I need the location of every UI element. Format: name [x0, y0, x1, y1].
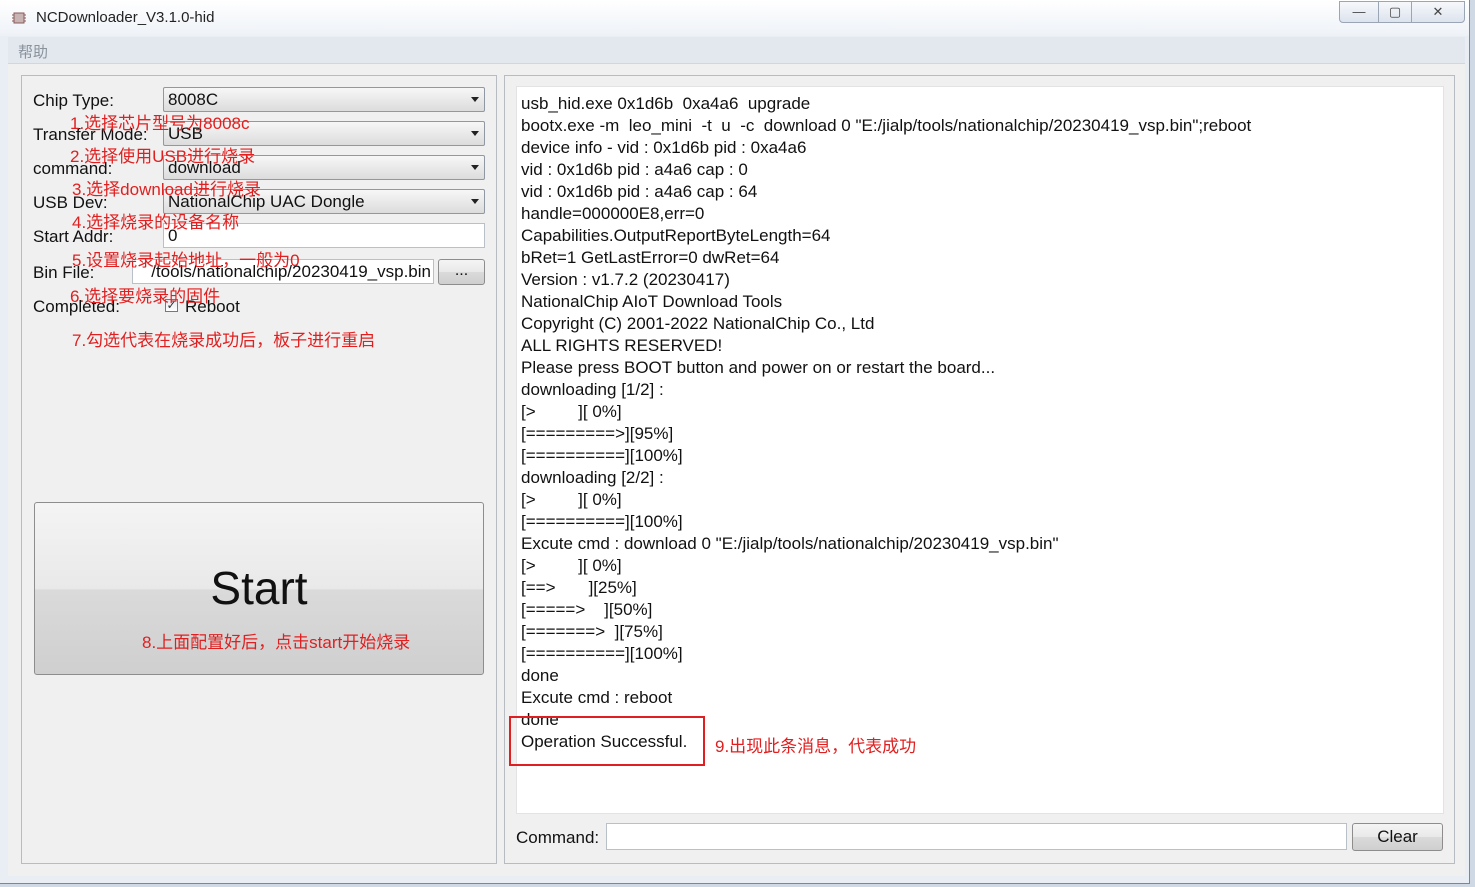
- log-line: [=====> ][50%]: [521, 600, 653, 619]
- chevron-down-icon: [471, 165, 479, 170]
- annotation-8: 8.上面配置好后，点击start开始烧录: [142, 633, 411, 652]
- annotation-6: 6.选择要烧录的固件: [70, 287, 221, 306]
- annotation-9: 9.出现此条消息，代表成功: [715, 737, 917, 756]
- annotation-2: 2.选择使用USB进行烧录: [70, 147, 256, 166]
- chip-type-value: 8008C: [168, 90, 219, 109]
- start-button-label: Start: [210, 562, 308, 614]
- log-line: downloading [1/2] :: [521, 380, 664, 399]
- clear-button[interactable]: Clear: [1352, 823, 1443, 851]
- log-line: [> ][ 0%]: [521, 402, 622, 421]
- log-line: [> ][ 0%]: [521, 556, 622, 575]
- annotation-4: 4.选择烧录的设备名称: [72, 213, 240, 232]
- browse-button-label: ...: [454, 262, 469, 279]
- annotation-5: 5.设置烧录起始地址，一般为0: [72, 251, 300, 270]
- log-line: vid : 0x1d6b pid : a4a6 cap : 64: [521, 182, 758, 201]
- chevron-down-icon: [471, 97, 479, 102]
- chevron-down-icon: [471, 131, 479, 136]
- close-icon: ✕: [1432, 4, 1444, 19]
- menu-bar: 帮助: [8, 37, 1465, 64]
- title-bar: NCDownloader_V3.1.0-hid — ▢ ✕: [0, 0, 1469, 36]
- log-line: [=========>][95%]: [521, 424, 674, 443]
- command-input[interactable]: [606, 823, 1347, 850]
- command-label: Command:: [516, 828, 600, 847]
- clear-button-label: Clear: [1377, 827, 1418, 846]
- log-line: bRet=1 GetLastError=0 dwRet=64: [521, 248, 780, 267]
- log-line: usb_hid.exe 0x1d6b 0xa4a6 upgrade: [521, 94, 811, 113]
- success-highlight-box: [509, 716, 705, 766]
- log-line: [=======> ][75%]: [521, 622, 663, 641]
- log-output[interactable]: usb_hid.exe 0x1d6b 0xa4a6 upgrade bootx.e…: [516, 86, 1444, 814]
- log-line: device info - vid : 0x1d6b pid : 0xa4a6: [521, 138, 807, 157]
- browse-button[interactable]: ...: [438, 259, 485, 285]
- annotation-7: 7.勾选代表在烧录成功后，板子进行重启: [72, 331, 376, 350]
- start-button[interactable]: Start 8.上面配置好后，点击start开始烧录: [34, 502, 484, 675]
- annotation-3: 3.选择download进行烧录: [72, 180, 261, 199]
- settings-panel: Chip Type: 8008C Transfer Mode: USB comm…: [21, 75, 497, 864]
- chip-icon: [12, 12, 26, 24]
- log-line: [==========][100%]: [521, 512, 683, 531]
- log-line: [==========][100%]: [521, 644, 683, 663]
- log-line: bootx.exe -m leo_mini -t u -c download 0…: [521, 116, 1252, 135]
- log-line: handle=000000E8,err=0: [521, 204, 705, 223]
- client-area: Chip Type: 8008C Transfer Mode: USB comm…: [8, 64, 1465, 876]
- log-line: done: [521, 666, 559, 685]
- chip-type-label: Chip Type:: [33, 91, 114, 110]
- chevron-down-icon: [471, 199, 479, 204]
- log-line: downloading [2/2] :: [521, 468, 664, 487]
- log-line: ALL RIGHTS RESERVED!: [521, 336, 723, 355]
- close-button[interactable]: ✕: [1411, 1, 1465, 23]
- maximize-icon: ▢: [1388, 4, 1402, 19]
- log-line: Excute cmd : reboot: [521, 688, 673, 707]
- log-line: Version : v1.7.2 (20230417): [521, 270, 730, 289]
- window-title: NCDownloader_V3.1.0-hid: [36, 9, 215, 26]
- log-line: vid : 0x1d6b pid : a4a6 cap : 0: [521, 160, 748, 179]
- log-line: Excute cmd : download 0 "E:/jialp/tools/…: [521, 534, 1059, 553]
- minimize-icon: —: [1352, 4, 1366, 19]
- minimize-button[interactable]: —: [1339, 1, 1379, 23]
- log-line: Copyright (C) 2001-2022 NationalChip Co.…: [521, 314, 875, 333]
- log-line: [==========][100%]: [521, 446, 683, 465]
- log-line: NationalChip AIoT Download Tools: [521, 292, 783, 311]
- log-line: [> ][ 0%]: [521, 490, 622, 509]
- menu-help[interactable]: 帮助: [18, 41, 48, 62]
- log-line: Capabilities.OutputReportByteLength=64: [521, 226, 831, 245]
- app-window: NCDownloader_V3.1.0-hid — ▢ ✕ 帮助 Chip Ty…: [0, 0, 1470, 884]
- log-line: Please press BOOT button and power on or…: [521, 358, 996, 377]
- log-line: [==> ][25%]: [521, 578, 637, 597]
- maximize-button[interactable]: ▢: [1378, 1, 1412, 23]
- annotation-1: 1.选择芯片型号为8008c: [70, 114, 250, 133]
